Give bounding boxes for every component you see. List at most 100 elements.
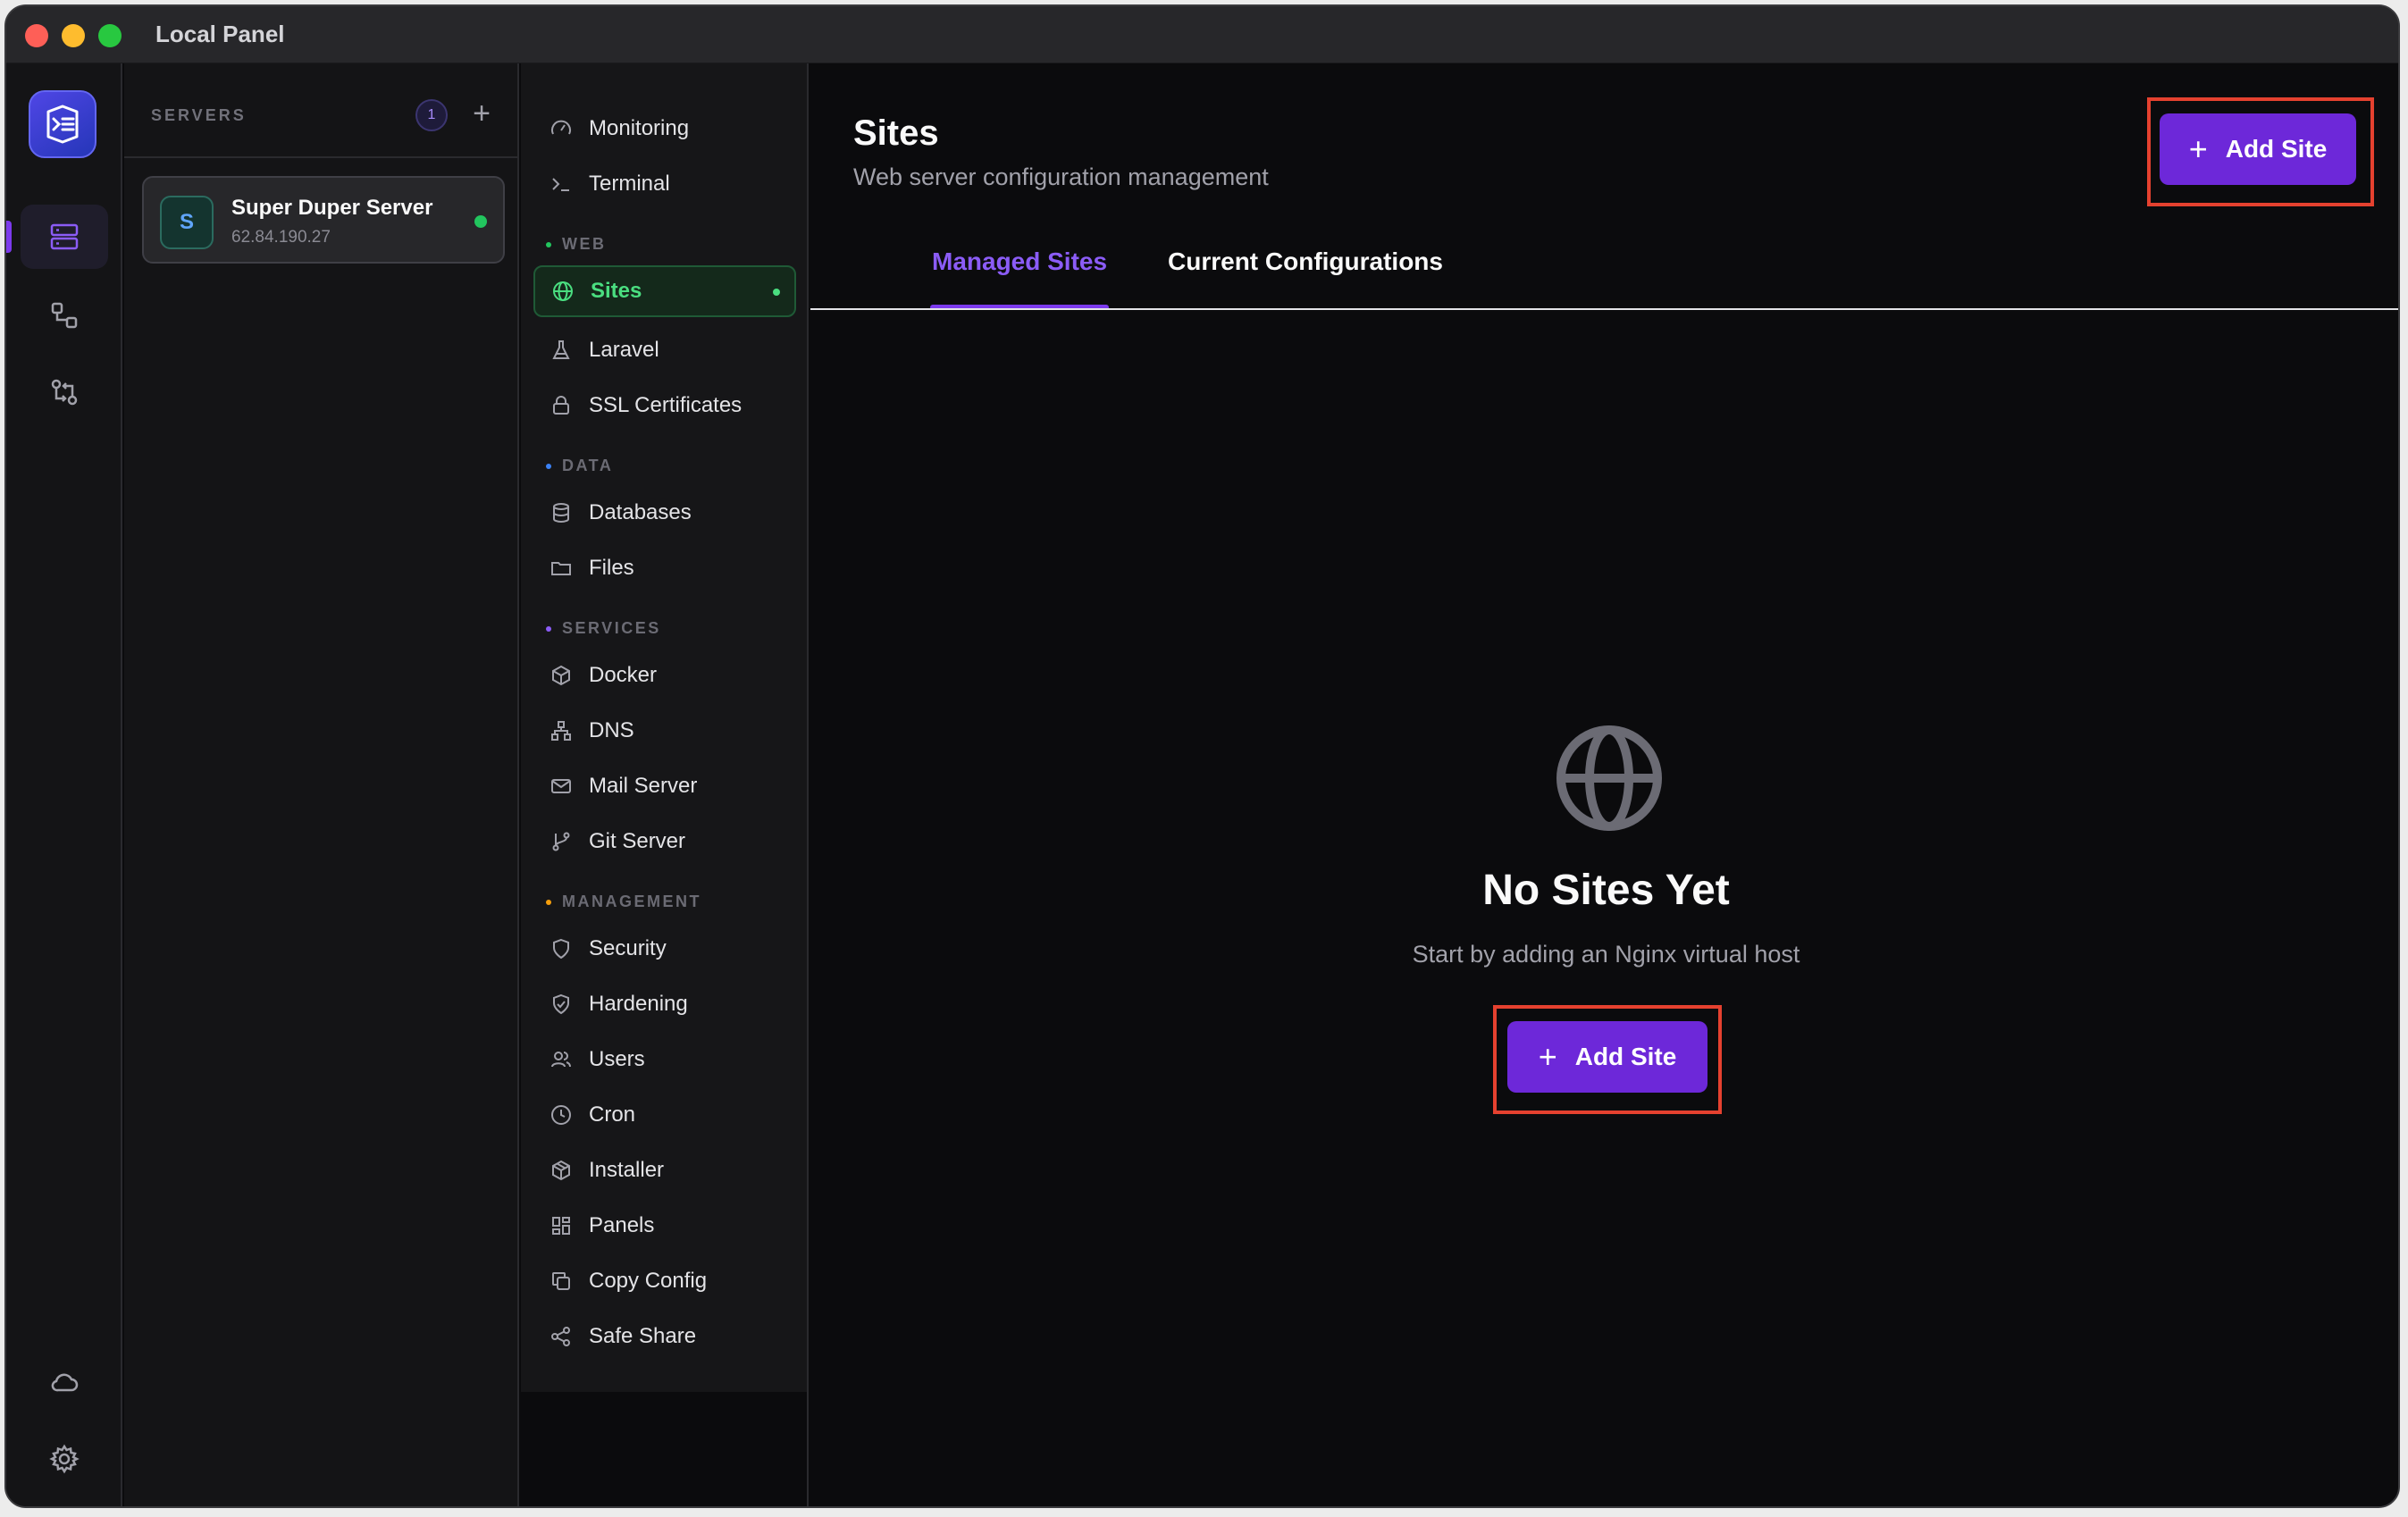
nav-item-laravel[interactable]: Laravel bbox=[533, 324, 796, 376]
nav-item-git-server[interactable]: Git Server bbox=[533, 816, 796, 867]
nav-item-hardening[interactable]: Hardening bbox=[533, 978, 796, 1030]
nodes-icon bbox=[51, 302, 78, 329]
nav-label: Monitoring bbox=[589, 116, 690, 140]
nav-item-cron[interactable]: Cron bbox=[533, 1089, 796, 1141]
rail-settings-button[interactable] bbox=[21, 1427, 108, 1491]
add-site-button-header[interactable]: + Add Site bbox=[2160, 113, 2356, 185]
servers-panel: SERVERS 1 + S Super Duper Server 62.84.1… bbox=[124, 63, 519, 1506]
package-icon bbox=[548, 1157, 575, 1184]
mail-icon bbox=[548, 773, 575, 800]
plus-icon: + bbox=[2188, 130, 2208, 167]
nav-label: Users bbox=[589, 1047, 645, 1071]
git-branch-icon bbox=[548, 828, 575, 855]
globe-icon bbox=[550, 278, 576, 305]
section-services: SERVICES bbox=[546, 619, 661, 638]
tabs-divider bbox=[810, 308, 2398, 310]
server-name: Super Duper Server bbox=[231, 196, 433, 220]
section-dot bbox=[546, 241, 551, 247]
nav-item-databases[interactable]: Databases bbox=[533, 487, 796, 539]
git-compare-icon bbox=[51, 379, 78, 406]
nav-label: Databases bbox=[589, 500, 692, 524]
nav-item-ssl-certificates[interactable]: SSL Certificates bbox=[533, 380, 796, 432]
tab-managed-sites[interactable]: Managed Sites bbox=[932, 247, 1107, 276]
rail-cloud-button[interactable] bbox=[21, 1350, 108, 1414]
nav-label: Terminal bbox=[589, 172, 670, 196]
nav-item-dns[interactable]: DNS bbox=[533, 705, 796, 757]
rail-servers-button[interactable] bbox=[21, 205, 108, 269]
nav-item-sites[interactable]: Sites bbox=[533, 265, 796, 317]
close-window-button[interactable] bbox=[25, 24, 48, 47]
nav-label: Git Server bbox=[589, 829, 686, 853]
lock-icon bbox=[548, 392, 575, 419]
server-count-badge: 1 bbox=[415, 99, 448, 131]
nav-item-panels[interactable]: Panels bbox=[533, 1200, 796, 1252]
nav-label: Hardening bbox=[589, 992, 688, 1016]
rail-connections-button[interactable] bbox=[21, 283, 108, 348]
gauge-icon bbox=[548, 115, 575, 142]
add-site-label: Add Site bbox=[2225, 135, 2328, 163]
server-status-dot bbox=[474, 215, 487, 228]
nav-label: Security bbox=[589, 936, 667, 960]
nav-label: SSL Certificates bbox=[589, 393, 743, 417]
nav-label: Laravel bbox=[589, 338, 659, 362]
nav-label: Docker bbox=[589, 663, 658, 687]
nav-item-safe-share[interactable]: Safe Share bbox=[533, 1311, 796, 1362]
nav-list: Monitoring Terminal WEB Sites Laravel SS… bbox=[521, 63, 807, 1392]
server-avatar: S bbox=[160, 196, 214, 249]
globe-icon bbox=[1556, 725, 1662, 831]
empty-state-title: No Sites Yet bbox=[1482, 867, 1730, 914]
app-logo bbox=[29, 90, 96, 158]
section-dot bbox=[546, 463, 551, 469]
nav-item-files[interactable]: Files bbox=[533, 542, 796, 594]
nav-item-copy-config[interactable]: Copy Config bbox=[533, 1255, 796, 1307]
nav-item-installer[interactable]: Installer bbox=[533, 1144, 796, 1196]
section-title: MANAGEMENT bbox=[562, 893, 701, 910]
nav-item-docker[interactable]: Docker bbox=[533, 650, 796, 701]
users-icon bbox=[548, 1046, 575, 1073]
server-card[interactable]: S Super Duper Server 62.84.190.27 bbox=[142, 176, 505, 264]
nav-item-terminal[interactable]: Terminal bbox=[533, 158, 796, 210]
rail-active-indicator bbox=[6, 221, 12, 253]
section-data: DATA bbox=[546, 457, 613, 475]
nav-label: DNS bbox=[589, 718, 634, 742]
nav-label: Sites bbox=[591, 279, 642, 303]
section-web: WEB bbox=[546, 235, 607, 254]
flask-icon bbox=[548, 337, 575, 364]
nav-label: Installer bbox=[589, 1158, 665, 1182]
nav-item-monitoring[interactable]: Monitoring bbox=[533, 103, 796, 155]
clock-icon bbox=[548, 1102, 575, 1128]
maximize-window-button[interactable] bbox=[98, 24, 122, 47]
terminal-logo-icon bbox=[46, 105, 79, 144]
empty-state-subtitle: Start by adding an Nginx virtual host bbox=[1412, 941, 1800, 968]
shield-check-icon bbox=[548, 991, 575, 1018]
nav-item-users[interactable]: Users bbox=[533, 1034, 796, 1085]
copy-icon bbox=[548, 1268, 575, 1295]
rail-sync-button[interactable] bbox=[21, 360, 108, 424]
section-title: DATA bbox=[562, 457, 614, 474]
gear-icon bbox=[49, 1444, 80, 1474]
box-icon bbox=[548, 662, 575, 689]
window-title: Local Panel bbox=[155, 21, 285, 47]
minimize-window-button[interactable] bbox=[62, 24, 85, 47]
add-server-button[interactable]: + bbox=[464, 96, 499, 131]
tab-current-configurations[interactable]: Current Configurations bbox=[1168, 247, 1443, 276]
icon-rail bbox=[6, 63, 122, 1506]
share-icon bbox=[548, 1323, 575, 1350]
nav-item-mail-server[interactable]: Mail Server bbox=[533, 760, 796, 812]
nav-item-security[interactable]: Security bbox=[533, 923, 796, 975]
grid-icon bbox=[548, 1212, 575, 1239]
plus-icon: + bbox=[1538, 1038, 1557, 1075]
nav-label: Copy Config bbox=[589, 1269, 708, 1293]
nav-label: Safe Share bbox=[589, 1324, 697, 1348]
section-management: MANAGEMENT bbox=[546, 893, 701, 911]
server-ip: 62.84.190.27 bbox=[231, 228, 331, 247]
add-site-button-empty[interactable]: + Add Site bbox=[1507, 1021, 1707, 1093]
title-bar: Local Panel bbox=[6, 6, 2398, 63]
add-site-label: Add Site bbox=[1574, 1043, 1677, 1070]
section-dot bbox=[546, 625, 551, 632]
servers-divider bbox=[124, 156, 517, 158]
server-icon bbox=[50, 223, 79, 250]
nav-panel: Monitoring Terminal WEB Sites Laravel SS… bbox=[521, 63, 809, 1506]
section-title: WEB bbox=[562, 235, 607, 253]
main-content: Sites Web server configuration managemen… bbox=[810, 63, 2398, 1506]
